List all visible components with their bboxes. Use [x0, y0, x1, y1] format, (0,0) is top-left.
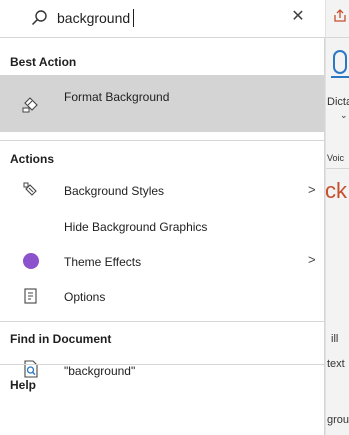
- search-results-panel: Best Action Format Background Actions Ba…: [0, 37, 325, 435]
- menu-item-options[interactable]: Options: [0, 279, 324, 313]
- pane-text-fragment-3: grou: [327, 414, 349, 426]
- menu-item-label: Background Styles: [64, 184, 165, 198]
- pane-text-fragment-1: ill: [331, 333, 339, 345]
- menu-item-hide-background-graphics[interactable]: Hide Background Graphics: [0, 209, 324, 243]
- microphone-icon[interactable]: [333, 50, 347, 74]
- search-icon: [30, 9, 48, 27]
- menu-item-format-background[interactable]: Format Background: [0, 75, 324, 132]
- search-input[interactable]: [57, 8, 277, 28]
- find-document-icon: [22, 360, 40, 378]
- menu-item-label: Theme Effects: [64, 255, 142, 269]
- section-divider: [0, 140, 324, 141]
- text-caret: [133, 9, 134, 27]
- voice-group-label: Voic: [327, 153, 345, 163]
- search-bar: ✕: [0, 0, 325, 36]
- share-icon[interactable]: [333, 9, 347, 23]
- slide-title-fragment: ck: [325, 178, 347, 203]
- format-background-icon: [22, 95, 40, 113]
- menu-item-label: Hide Background Graphics: [64, 220, 208, 234]
- menu-item-label: Format Background: [64, 90, 170, 104]
- find-in-document-heading: Find in Document: [10, 332, 112, 346]
- pane-text-fragment-2: text: [327, 358, 345, 370]
- menu-item-find-background[interactable]: "background": [0, 352, 324, 386]
- close-icon[interactable]: ✕: [289, 8, 307, 26]
- dictate-label: Dicta: [327, 96, 349, 108]
- section-divider: [0, 321, 324, 322]
- menu-item-label: "background": [64, 364, 136, 378]
- menu-item-background-styles[interactable]: Background Styles >: [0, 173, 324, 207]
- ribbon-bottom-border: [326, 168, 349, 169]
- microphone-stand: [331, 76, 349, 78]
- background-styles-icon: [22, 181, 40, 199]
- best-action-heading: Best Action: [10, 55, 77, 69]
- chevron-right-icon: >: [308, 182, 316, 197]
- theme-effects-icon: [23, 253, 39, 269]
- options-icon: [22, 287, 40, 305]
- menu-item-label: Options: [64, 290, 106, 304]
- actions-heading: Actions: [10, 152, 55, 166]
- help-heading[interactable]: Help: [10, 378, 36, 392]
- chevron-down-icon[interactable]: ⌄: [340, 110, 348, 121]
- ribbon-divider: [326, 37, 349, 38]
- chevron-right-icon: >: [308, 252, 316, 267]
- section-divider: [0, 364, 324, 365]
- menu-item-theme-effects[interactable]: Theme Effects >: [0, 244, 324, 278]
